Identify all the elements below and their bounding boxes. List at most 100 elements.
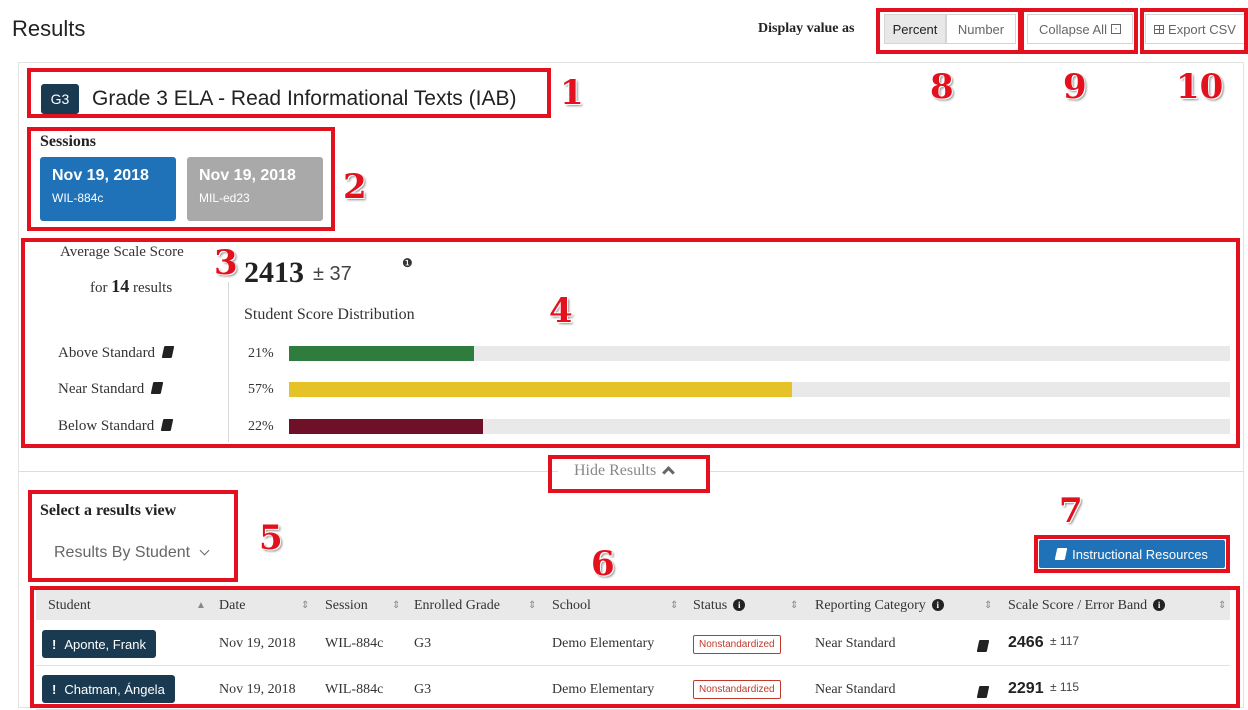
sessions-label: Sessions <box>40 133 97 150</box>
student-button[interactable]: ! Aponte, Frank <box>42 630 156 658</box>
distribution-bar-track <box>289 419 1230 434</box>
cell-scale-score: 2466 <box>1008 634 1044 651</box>
status-header-label: Status <box>693 598 728 613</box>
cell-error-band: ± 115 <box>1050 680 1080 694</box>
hide-results-button[interactable]: Hide Results <box>574 462 676 480</box>
percent-toggle[interactable]: Percent <box>884 14 946 44</box>
cell-date: Nov 19, 2018 <box>219 636 296 651</box>
column-header-session[interactable]: Session <box>325 598 368 614</box>
sort-icon[interactable]: ⇕ <box>1218 600 1226 611</box>
callout-number: 10 <box>1176 67 1224 107</box>
instructional-resources-label: Instructional Resources <box>1072 546 1208 562</box>
cell-date: Nov 19, 2018 <box>219 682 296 697</box>
callout-number: 7 <box>1059 491 1083 531</box>
table-icon <box>1154 24 1165 34</box>
category-header-label: Reporting Category <box>815 598 926 613</box>
results-view-value: Results By Student <box>54 544 191 561</box>
sort-asc-icon[interactable]: ▲ <box>196 600 206 611</box>
display-value-label: Display value as <box>758 21 855 36</box>
session-date: Nov 19, 2018 <box>199 167 296 184</box>
info-icon[interactable]: i <box>733 599 746 611</box>
level-percent: 22% <box>248 419 274 434</box>
book-icon[interactable] <box>161 346 175 358</box>
column-header-status[interactable]: Status i <box>693 598 746 614</box>
level-label-near: Near Standard <box>58 381 208 398</box>
collapse-all-button[interactable]: Collapse All - <box>1027 14 1133 44</box>
callout-number: 6 <box>591 544 615 584</box>
distribution-label: Student Score Distribution <box>244 306 415 323</box>
level-label-above: Above Standard <box>58 345 208 362</box>
column-header-enrolled-grade[interactable]: Enrolled Grade <box>414 598 500 614</box>
level-name: Above Standard <box>58 345 156 361</box>
callout-number: 4 <box>549 291 573 331</box>
distribution-bar-above <box>289 346 475 361</box>
exclamation-icon: ! <box>52 636 57 652</box>
cell-scale-score: 2291 <box>1008 680 1044 697</box>
chevron-up-icon <box>662 466 676 479</box>
cell-school: Demo Elementary <box>552 682 655 697</box>
column-header-scale-score[interactable]: Scale Score / Error Band i <box>1008 598 1166 614</box>
callout-number: 3 <box>214 243 238 283</box>
sort-icon[interactable]: ⇕ <box>984 600 992 611</box>
cell-session: WIL-884c <box>325 636 384 651</box>
session-button-2[interactable]: Nov 19, 2018 MIL-ed23 <box>187 157 323 221</box>
results-word: results <box>133 280 173 296</box>
score-error-band: ± 37 <box>313 263 352 285</box>
column-header-student[interactable]: Student <box>48 598 91 614</box>
collapse-icon: - <box>1110 24 1121 34</box>
divider <box>228 282 229 442</box>
results-count-line: for 14 results <box>90 276 172 297</box>
divider <box>18 471 558 472</box>
status-badge: Nonstandardized <box>693 680 781 699</box>
distribution-bar-near <box>289 382 792 397</box>
info-icon[interactable]: i <box>1153 599 1166 611</box>
cell-school: Demo Elementary <box>552 636 655 651</box>
export-csv-button[interactable]: Export CSV <box>1145 14 1245 44</box>
results-view-select[interactable]: Results By Student <box>54 544 209 562</box>
info-icon[interactable]: ❶ <box>402 256 413 270</box>
session-code: WIL-884c <box>52 191 104 205</box>
sort-icon[interactable]: ⇕ <box>392 600 400 611</box>
column-header-date[interactable]: Date <box>219 598 245 614</box>
book-icon[interactable] <box>150 382 164 394</box>
column-header-reporting-category[interactable]: Reporting Category i <box>815 598 944 614</box>
cell-session: WIL-884c <box>325 682 384 697</box>
level-name: Near Standard <box>58 381 145 397</box>
info-icon[interactable]: i <box>931 599 944 611</box>
book-icon <box>1054 548 1068 560</box>
sort-icon[interactable]: ⇕ <box>301 600 309 611</box>
column-header-school[interactable]: School <box>552 598 591 614</box>
student-button[interactable]: ! Chatman, Ángela <box>42 675 175 703</box>
for-word: for <box>90 280 108 296</box>
sort-icon[interactable]: ⇕ <box>790 600 798 611</box>
cell-grade: G3 <box>414 636 432 651</box>
chevron-down-icon <box>199 545 209 556</box>
level-label-below: Below Standard <box>58 418 208 435</box>
session-date: Nov 19, 2018 <box>52 167 149 184</box>
callout-number: 1 <box>560 73 584 113</box>
cell-grade: G3 <box>414 682 432 697</box>
grade-badge: G3 <box>41 84 79 114</box>
callout-number: 8 <box>930 67 954 107</box>
cell-error-band: ± 117 <box>1050 634 1080 648</box>
hide-results-label: Hide Results <box>574 462 657 479</box>
distribution-bar-below <box>289 419 483 434</box>
callout-number: 2 <box>343 167 367 207</box>
collapse-all-label: Collapse All <box>1039 21 1107 37</box>
number-toggle[interactable]: Number <box>946 14 1016 44</box>
cell-reporting-category: Near Standard <box>815 636 896 651</box>
results-count: 14 <box>111 276 130 296</box>
cell-reporting-category: Near Standard <box>815 682 896 697</box>
instructional-resources-button[interactable]: Instructional Resources <box>1039 540 1225 568</box>
assessment-title: Grade 3 ELA - Read Informational Texts (… <box>92 87 517 110</box>
divider <box>706 471 1244 472</box>
sort-icon[interactable]: ⇕ <box>670 600 678 611</box>
score-header-label: Scale Score / Error Band <box>1008 598 1148 613</box>
distribution-bar-track <box>289 382 1230 397</box>
book-icon[interactable] <box>160 419 174 431</box>
page-title: Results <box>12 16 86 41</box>
sort-icon[interactable]: ⇕ <box>528 600 536 611</box>
session-button-1[interactable]: Nov 19, 2018 WIL-884c <box>40 157 176 221</box>
average-score: 2413 <box>244 256 304 289</box>
student-name: Chatman, Ángela <box>64 681 165 697</box>
